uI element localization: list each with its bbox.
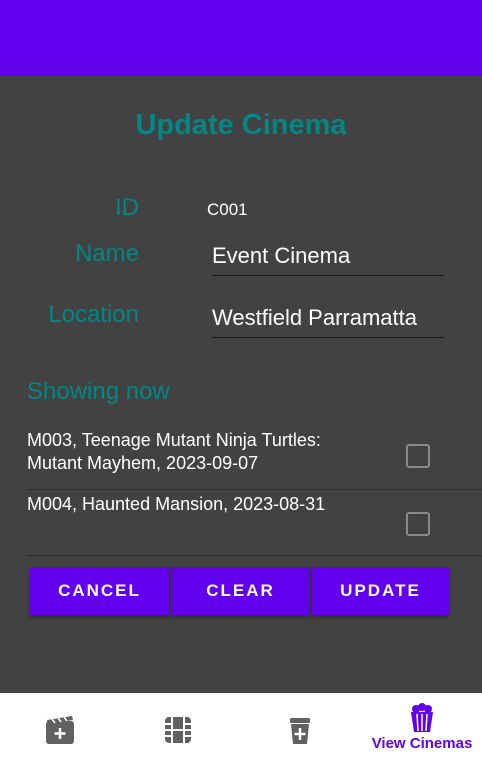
nav-item-view-cinemas[interactable]: View Cinemas xyxy=(362,693,482,763)
popcorn-icon xyxy=(411,703,433,732)
page-title: Update Cinema xyxy=(135,109,347,141)
movie-checkbox[interactable] xyxy=(406,512,430,536)
nav-label-view-cinemas: View Cinemas xyxy=(371,735,473,752)
id-value: C001 xyxy=(207,200,248,219)
movie-row: M003, Teenage Mutant Ninja Turtles: Muta… xyxy=(27,426,482,490)
movie-text: M004, Haunted Mansion, 2023-08-31 xyxy=(27,494,326,514)
bottom-navigation: View Cinemas xyxy=(0,693,482,763)
movie-text: M003, Teenage Mutant Ninja Turtles: Muta… xyxy=(27,430,321,473)
nav-item-add-drink[interactable] xyxy=(240,693,360,763)
update-button[interactable]: UPDATE xyxy=(312,567,449,615)
film-icon xyxy=(165,717,191,743)
add-movie-icon xyxy=(46,716,74,744)
clear-button[interactable]: CLEAR xyxy=(171,567,310,615)
name-label: Name xyxy=(74,240,139,267)
cancel-button[interactable]: CANCEL xyxy=(30,567,169,615)
showing-now-title: Showing now xyxy=(27,378,170,405)
id-label: ID xyxy=(115,194,139,221)
movie-checkbox[interactable] xyxy=(406,444,430,468)
nav-item-films[interactable] xyxy=(118,693,238,763)
name-field[interactable]: Event Cinema xyxy=(212,243,444,276)
update-cinema-screen: Update Cinema ID C001 Name Event Cinema … xyxy=(0,76,482,693)
add-drink-icon xyxy=(290,718,310,744)
location-field[interactable]: Westfield Parramatta xyxy=(212,305,444,338)
nav-item-add-movie[interactable] xyxy=(0,693,120,763)
app-bar xyxy=(0,0,482,76)
location-label: Location xyxy=(48,301,139,328)
movie-row: M004, Haunted Mansion, 2023-08-31 xyxy=(27,490,482,556)
